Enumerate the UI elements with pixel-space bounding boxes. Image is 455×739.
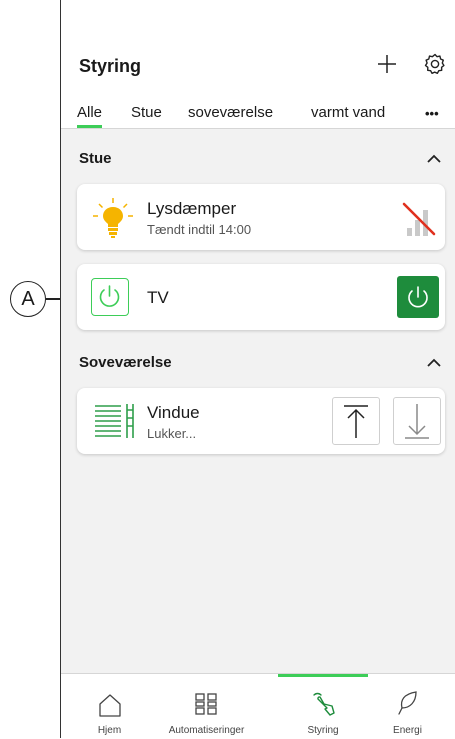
blind-down-button[interactable] xyxy=(393,397,441,445)
section-title-stue: Stue xyxy=(79,150,112,167)
device-status: Tændt indtil 14:00 xyxy=(147,222,252,237)
tab-varmt-vand[interactable]: varmt vand xyxy=(311,104,385,121)
nav-label: Automatiseringer xyxy=(168,725,245,736)
device-status: Lukker... xyxy=(147,426,197,441)
nav-automatiseringer[interactable]: Automatiseringer xyxy=(158,674,255,739)
nav-label: Hjem xyxy=(97,725,122,736)
blinds-icon xyxy=(91,400,137,447)
plus-icon[interactable] xyxy=(375,52,399,81)
nav-energi[interactable]: Energi xyxy=(359,674,455,739)
page-title: Styring xyxy=(79,56,142,76)
app-header: Styring Alle Stue soveværelse varmt vand… xyxy=(61,0,455,129)
gear-icon[interactable] xyxy=(423,52,447,81)
nav-label: Energi xyxy=(393,725,422,736)
device-card-tv[interactable]: TV xyxy=(77,264,445,330)
more-icon[interactable]: ••• xyxy=(425,106,439,121)
arrow-down-icon xyxy=(405,404,429,439)
power-icon xyxy=(91,278,129,316)
light-bulb-icon xyxy=(91,196,135,245)
filter-tabs: Alle Stue soveværelse varmt vand ••• xyxy=(61,104,455,128)
touch-hand-icon xyxy=(309,690,339,725)
device-card-lysdaemper[interactable]: Lysdæmper Tændt indtil 14:00 xyxy=(77,184,445,250)
home-icon xyxy=(97,692,123,723)
tab-stue[interactable]: Stue xyxy=(131,104,162,121)
device-name: Vindue xyxy=(147,403,200,422)
blind-up-button[interactable] xyxy=(332,397,380,445)
arrow-up-icon xyxy=(344,405,368,438)
tab-sovevaerelse[interactable]: soveværelse xyxy=(188,104,273,121)
nav-hjem[interactable]: Hjem xyxy=(61,674,158,739)
chevron-up-icon[interactable] xyxy=(425,150,443,173)
device-name: TV xyxy=(147,288,169,307)
leaf-icon xyxy=(396,690,420,721)
callout-label-a: A xyxy=(10,281,46,317)
chevron-up-icon[interactable] xyxy=(425,354,443,377)
nav-label: Styring xyxy=(307,725,339,736)
bottom-navigation: Hjem Automatiseringer Styring Energi xyxy=(61,673,455,739)
power-toggle-button[interactable] xyxy=(397,276,439,318)
phone-screen: Styring Alle Stue soveværelse varmt vand… xyxy=(60,0,455,739)
section-title-sovevaerelse: Soveværelse xyxy=(79,354,172,371)
brightness-off-icon[interactable] xyxy=(401,200,437,243)
device-card-vindue[interactable]: Vindue Lukker... xyxy=(77,388,445,454)
power-toggle-icon xyxy=(408,286,428,308)
tab-alle[interactable]: Alle xyxy=(77,104,103,128)
nav-styring[interactable]: Styring xyxy=(278,674,368,739)
grid-icon xyxy=(194,692,218,721)
device-name: Lysdæmper xyxy=(147,199,237,218)
